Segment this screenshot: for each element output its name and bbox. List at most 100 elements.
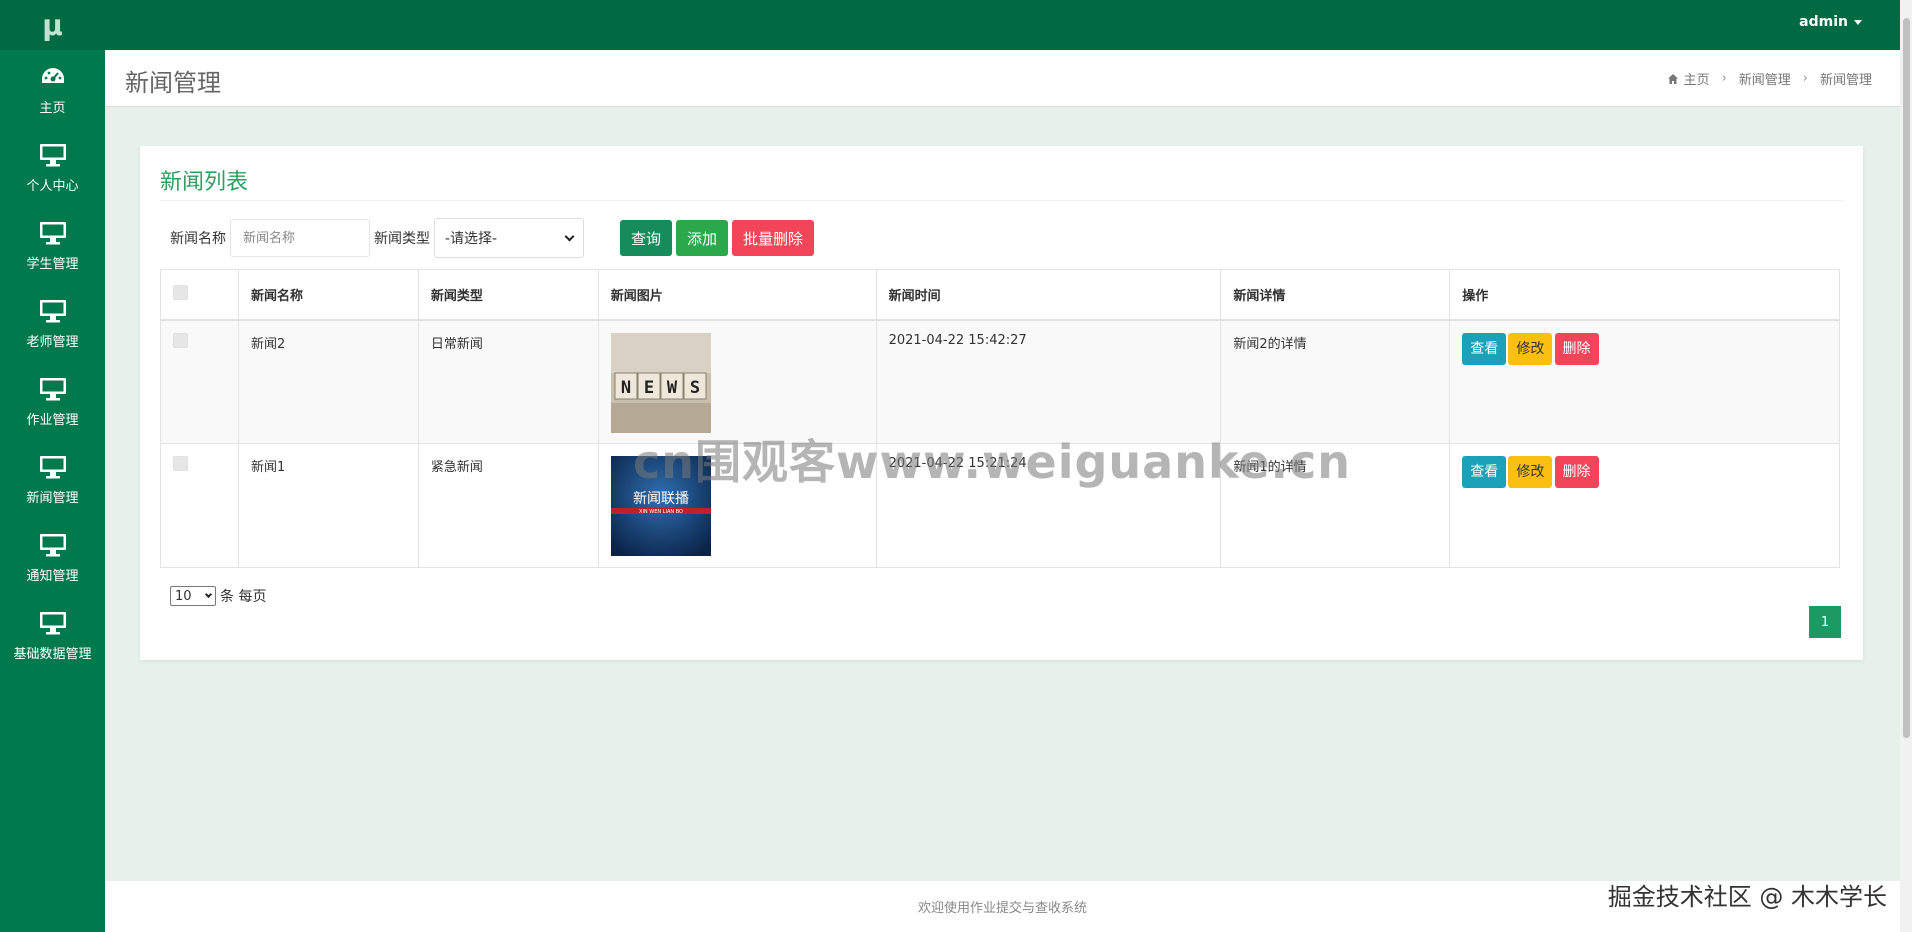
delete-button[interactable]: 删除 [1554,456,1599,488]
page-header: 新闻管理 主页 › 新闻管理 › 新闻管理 [105,50,1900,107]
column-header: 新闻时间 [875,269,1222,321]
news-detail-cell: 新闻2的详情 [1220,319,1451,444]
dashboard-icon [40,63,66,91]
sidebar-item-label: 作业管理 [26,412,79,428]
select-all-cell [160,269,239,321]
news-type-cell: 紧急新闻 [417,443,599,568]
column-header: 新闻图片 [597,269,877,321]
sidebar-item-label: 老师管理 [26,334,79,350]
news-name-cell: 新闻1 [237,443,419,568]
news-time-cell: 2021-04-22 15:21:24 [875,443,1222,568]
news-name-label: 新闻名称 [170,231,226,247]
select-all-checkbox[interactable] [173,284,188,300]
row-checkbox[interactable] [173,456,188,471]
sidebar-item-teachers[interactable]: 老师管理 [0,284,105,362]
news-image-cell: N E W S [597,319,877,444]
view-button[interactable]: 查看 [1462,332,1507,365]
page-size-value: 10 [175,588,192,604]
news-list-card: 新闻列表 新闻名称 新闻类型 -请选择- 查询 添加 批量删除 新闻名称 新闻类… [140,146,1863,660]
monitor-icon [39,219,67,247]
news-name-input[interactable] [230,219,370,257]
column-header: 操作 [1449,269,1840,321]
sidebar-item-notices[interactable]: 通知管理 [0,518,105,596]
scrollbar-thumb[interactable] [1903,18,1910,738]
user-menu[interactable]: admin [1799,14,1862,30]
news-image-cell: 新闻联播 XIN WEN LIAN BO [597,443,877,568]
news-cubes-image: N E W S [610,332,711,433]
sidebar-item-news[interactable]: 新闻管理 [0,440,105,518]
monitor-icon [39,375,67,403]
divider [160,200,1843,201]
batch-delete-button[interactable]: 批量删除 [732,220,815,256]
xinwen-lianbo-image: 新闻联播 XIN WEN LIAN BO [610,456,711,556]
breadcrumb-home[interactable]: 主页 [1667,69,1710,88]
column-header: 新闻详情 [1220,269,1451,321]
row-select-cell [160,443,239,568]
footer-text: 欢迎使用作业提交与查收系统 [917,901,1087,916]
sidebar-item-label: 新闻管理 [26,490,79,506]
news-type-select[interactable]: -请选择- [434,218,584,258]
chevron-down-icon [204,590,213,599]
sidebar-item-basic-data[interactable]: 基础数据管理 [0,596,105,674]
column-header: 新闻名称 [237,269,419,321]
edit-button[interactable]: 修改 [1508,456,1553,488]
news-name-cell: 新闻2 [237,319,419,444]
chevron-right-icon: › [1721,71,1727,86]
news-time-cell: 2021-04-22 15:42:27 [875,319,1222,444]
sidebar-item-profile[interactable]: 个人中心 [0,128,105,206]
app-logo[interactable]: μ [0,0,105,50]
breadcrumb-item-current: 新闻管理 [1819,73,1872,88]
svg-text:E: E [644,378,654,398]
monitor-icon [39,141,67,169]
table-row: 新闻2 日常新闻 N E W S 2021-04-22 15:42:27 新闻2… [160,319,1840,444]
page-title: 新闻管理 [125,69,221,97]
row-select-cell [160,319,239,444]
sidebar-item-label: 学生管理 [26,256,79,272]
row-checkbox[interactable] [173,332,188,348]
news-type-cell: 日常新闻 [417,319,599,444]
sidebar-item-label: 通知管理 [26,568,79,584]
svg-text:新闻联播: 新闻联播 [633,491,689,507]
card-title: 新闻列表 [160,170,249,195]
table-row: 新闻1 紧急新闻 新闻联播 XIN WEN LIAN BO 2021-04-22… [160,443,1840,568]
monitor-icon [39,453,67,481]
page-size-select[interactable]: 10 [170,586,216,606]
page-size-control: 10 条 每页 [170,586,266,606]
chevron-right-icon: › [1802,71,1808,86]
view-button[interactable]: 查看 [1462,456,1507,488]
sidebar-item-homework[interactable]: 作业管理 [0,362,105,440]
add-button[interactable]: 添加 [676,220,729,256]
sidebar-item-label: 主页 [39,100,66,116]
caret-down-icon [1854,19,1862,25]
page-button-current[interactable]: 1 [1809,606,1841,638]
breadcrumb-item[interactable]: 新闻管理 [1739,69,1791,88]
svg-text:XIN WEN LIAN BO: XIN WEN LIAN BO [639,509,683,515]
home-icon [1667,74,1678,84]
sidebar-item-label: 基础数据管理 [13,646,92,662]
page-scrollbar[interactable] [1900,0,1912,932]
svg-text:W: W [667,378,678,398]
sidebar-item-students[interactable]: 学生管理 [0,206,105,284]
sidebar-item-label: 个人中心 [26,178,79,194]
breadcrumb: 主页 › 新闻管理 › 新闻管理 [1667,69,1872,88]
svg-text:N: N [621,378,631,398]
news-type-selected: -请选择- [445,231,498,247]
news-table: 新闻名称 新闻类型 新闻图片 新闻时间 新闻详情 操作 新闻2 日常新闻 N E… [160,269,1840,568]
footer: 欢迎使用作业提交与查收系统 [105,881,1900,932]
chevron-down-icon [564,231,575,241]
monitor-icon [39,297,67,325]
news-type-label: 新闻类型 [374,231,430,247]
top-bar: admin [105,0,1900,50]
edit-button[interactable]: 修改 [1508,332,1553,365]
actions-cell: 查看 修改 删除 [1449,319,1840,444]
monitor-icon [39,609,67,637]
per-page-label: 条 每页 [220,589,267,605]
table-header-row: 新闻名称 新闻类型 新闻图片 新闻时间 新闻详情 操作 [160,269,1840,321]
monitor-icon [39,531,67,559]
query-button[interactable]: 查询 [620,220,673,256]
delete-button[interactable]: 删除 [1554,332,1599,365]
column-header: 新闻类型 [417,269,599,321]
actions-cell: 查看 修改 删除 [1449,443,1840,568]
news-detail-cell: 新闻1的详情 [1220,443,1451,568]
sidebar-item-home[interactable]: 主页 [0,50,105,128]
